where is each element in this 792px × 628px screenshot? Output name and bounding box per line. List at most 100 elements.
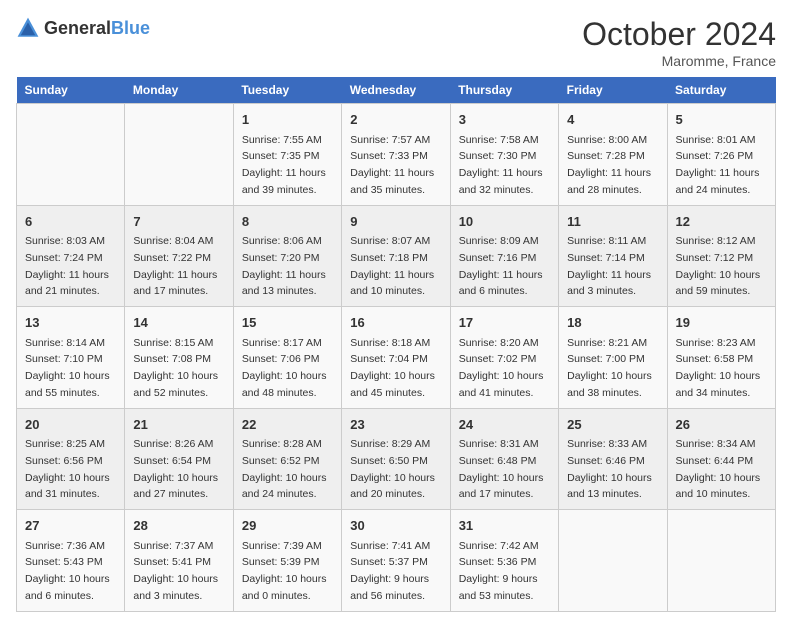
day-cell: 19 Sunrise: 8:23 AMSunset: 6:58 PMDayligh… (667, 307, 775, 409)
day-info: Sunrise: 8:04 AMSunset: 7:22 PMDaylight:… (133, 235, 217, 297)
day-cell: 26 Sunrise: 8:34 AMSunset: 6:44 PMDayligh… (667, 408, 775, 510)
day-info: Sunrise: 8:28 AMSunset: 6:52 PMDaylight:… (242, 438, 327, 500)
day-cell: 7 Sunrise: 8:04 AMSunset: 7:22 PMDaylight… (125, 205, 233, 307)
day-cell: 28 Sunrise: 7:37 AMSunset: 5:41 PMDayligh… (125, 510, 233, 612)
day-info: Sunrise: 7:36 AMSunset: 5:43 PMDaylight:… (25, 540, 110, 602)
day-info: Sunrise: 8:21 AMSunset: 7:00 PMDaylight:… (567, 337, 652, 399)
day-number: 10 (459, 212, 550, 232)
day-info: Sunrise: 7:58 AMSunset: 7:30 PMDaylight:… (459, 134, 543, 196)
day-cell: 17Sunrise: 8:20 AMSunset: 7:02 PMDayligh… (450, 307, 558, 409)
page-header: GeneralBlue October 2024 Maromme, France (16, 16, 776, 69)
day-number: 30 (350, 516, 441, 536)
day-number: 22 (242, 415, 333, 435)
day-number: 13 (25, 313, 116, 333)
day-number: 7 (133, 212, 224, 232)
day-cell: 11Sunrise: 8:11 AMSunset: 7:14 PMDayligh… (559, 205, 667, 307)
day-number: 29 (242, 516, 333, 536)
day-cell: 12 Sunrise: 8:12 AMSunset: 7:12 PMDayligh… (667, 205, 775, 307)
day-info: Sunrise: 7:42 AMSunset: 5:36 PMDaylight:… (459, 540, 539, 602)
day-info: Sunrise: 8:06 AMSunset: 7:20 PMDaylight:… (242, 235, 326, 297)
day-cell: 16 Sunrise: 8:18 AMSunset: 7:04 PMDayligh… (342, 307, 450, 409)
day-info: Sunrise: 7:37 AMSunset: 5:41 PMDaylight:… (133, 540, 218, 602)
day-info: Sunrise: 8:33 AMSunset: 6:46 PMDaylight:… (567, 438, 652, 500)
day-header-wednesday: Wednesday (342, 77, 450, 104)
day-info: Sunrise: 8:09 AMSunset: 7:16 PMDaylight:… (459, 235, 543, 297)
day-info: Sunrise: 8:07 AMSunset: 7:18 PMDaylight:… (350, 235, 434, 297)
day-number: 24 (459, 415, 550, 435)
day-info: Sunrise: 8:23 AMSunset: 6:58 PMDaylight:… (676, 337, 761, 399)
day-cell (17, 104, 125, 206)
day-cell (667, 510, 775, 612)
day-info: Sunrise: 7:57 AMSunset: 7:33 PMDaylight:… (350, 134, 434, 196)
day-info: Sunrise: 8:18 AMSunset: 7:04 PMDaylight:… (350, 337, 435, 399)
day-number: 20 (25, 415, 116, 435)
day-number: 27 (25, 516, 116, 536)
header-row: SundayMondayTuesdayWednesdayThursdayFrid… (17, 77, 776, 104)
day-number: 17 (459, 313, 550, 333)
day-cell: 25 Sunrise: 8:33 AMSunset: 6:46 PMDayligh… (559, 408, 667, 510)
day-number: 21 (133, 415, 224, 435)
day-cell: 2 Sunrise: 7:57 AMSunset: 7:33 PMDaylight… (342, 104, 450, 206)
day-cell: 24Sunrise: 8:31 AMSunset: 6:48 PMDayligh… (450, 408, 558, 510)
day-number: 9 (350, 212, 441, 232)
day-number: 19 (676, 313, 767, 333)
day-cell: 15Sunrise: 8:17 AMSunset: 7:06 PMDayligh… (233, 307, 341, 409)
day-cell: 31 Sunrise: 7:42 AMSunset: 5:36 PMDayligh… (450, 510, 558, 612)
title-block: October 2024 Maromme, France (582, 16, 776, 69)
day-number: 2 (350, 110, 441, 130)
day-info: Sunrise: 8:26 AMSunset: 6:54 PMDaylight:… (133, 438, 218, 500)
day-cell (125, 104, 233, 206)
day-number: 15 (242, 313, 333, 333)
day-header-thursday: Thursday (450, 77, 558, 104)
day-number: 26 (676, 415, 767, 435)
week-row-1: 1 Sunrise: 7:55 AMSunset: 7:35 PMDaylight… (17, 104, 776, 206)
day-number: 12 (676, 212, 767, 232)
month-title: October 2024 (582, 16, 776, 53)
day-cell: 20 Sunrise: 8:25 AMSunset: 6:56 PMDayligh… (17, 408, 125, 510)
day-cell: 10 Sunrise: 8:09 AMSunset: 7:16 PMDayligh… (450, 205, 558, 307)
day-cell: 29 Sunrise: 7:39 AMSunset: 5:39 PMDayligh… (233, 510, 341, 612)
day-number: 28 (133, 516, 224, 536)
day-cell: 23Sunrise: 8:29 AMSunset: 6:50 PMDayligh… (342, 408, 450, 510)
day-info: Sunrise: 8:34 AMSunset: 6:44 PMDaylight:… (676, 438, 761, 500)
logo: GeneralBlue (16, 16, 150, 40)
day-number: 16 (350, 313, 441, 333)
logo-icon (16, 16, 40, 40)
day-info: Sunrise: 8:00 AMSunset: 7:28 PMDaylight:… (567, 134, 651, 196)
day-cell: 14Sunrise: 8:15 AMSunset: 7:08 PMDayligh… (125, 307, 233, 409)
day-cell: 1 Sunrise: 7:55 AMSunset: 7:35 PMDaylight… (233, 104, 341, 206)
day-cell: 30Sunrise: 7:41 AMSunset: 5:37 PMDayligh… (342, 510, 450, 612)
day-number: 25 (567, 415, 658, 435)
day-cell (559, 510, 667, 612)
day-info: Sunrise: 8:12 AMSunset: 7:12 PMDaylight:… (676, 235, 761, 297)
logo-text-general: General (44, 18, 111, 38)
day-info: Sunrise: 8:03 AMSunset: 7:24 PMDaylight:… (25, 235, 109, 297)
day-info: Sunrise: 8:25 AMSunset: 6:56 PMDaylight:… (25, 438, 110, 500)
day-cell: 9 Sunrise: 8:07 AMSunset: 7:18 PMDaylight… (342, 205, 450, 307)
day-number: 14 (133, 313, 224, 333)
day-number: 31 (459, 516, 550, 536)
day-cell: 3 Sunrise: 7:58 AMSunset: 7:30 PMDaylight… (450, 104, 558, 206)
day-header-saturday: Saturday (667, 77, 775, 104)
calendar-table: SundayMondayTuesdayWednesdayThursdayFrid… (16, 77, 776, 612)
day-number: 4 (567, 110, 658, 130)
day-number: 8 (242, 212, 333, 232)
day-number: 6 (25, 212, 116, 232)
day-header-sunday: Sunday (17, 77, 125, 104)
day-cell: 21 Sunrise: 8:26 AMSunset: 6:54 PMDayligh… (125, 408, 233, 510)
logo-text-blue: Blue (111, 18, 150, 38)
week-row-3: 13Sunrise: 8:14 AMSunset: 7:10 PMDayligh… (17, 307, 776, 409)
day-info: Sunrise: 8:11 AMSunset: 7:14 PMDaylight:… (567, 235, 651, 297)
day-cell: 27 Sunrise: 7:36 AMSunset: 5:43 PMDayligh… (17, 510, 125, 612)
day-info: Sunrise: 7:39 AMSunset: 5:39 PMDaylight:… (242, 540, 327, 602)
day-number: 1 (242, 110, 333, 130)
day-header-friday: Friday (559, 77, 667, 104)
day-number: 23 (350, 415, 441, 435)
calendar-header: SundayMondayTuesdayWednesdayThursdayFrid… (17, 77, 776, 104)
day-info: Sunrise: 7:55 AMSunset: 7:35 PMDaylight:… (242, 134, 326, 196)
day-info: Sunrise: 8:01 AMSunset: 7:26 PMDaylight:… (676, 134, 760, 196)
day-number: 3 (459, 110, 550, 130)
day-cell: 6 Sunrise: 8:03 AMSunset: 7:24 PMDaylight… (17, 205, 125, 307)
day-cell: 22 Sunrise: 8:28 AMSunset: 6:52 PMDayligh… (233, 408, 341, 510)
day-cell: 13Sunrise: 8:14 AMSunset: 7:10 PMDayligh… (17, 307, 125, 409)
